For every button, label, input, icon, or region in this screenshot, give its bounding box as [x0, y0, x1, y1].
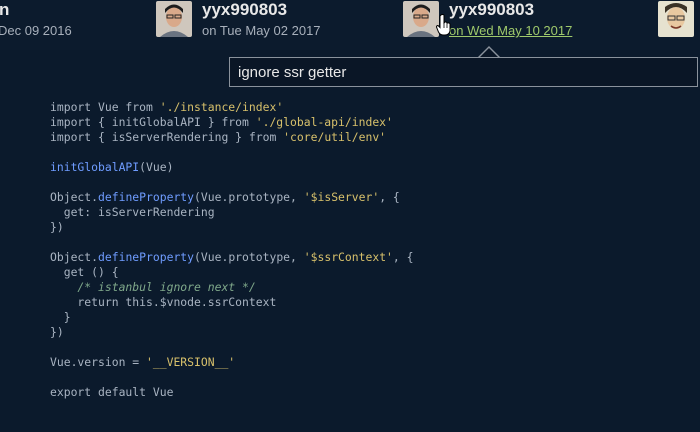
commit-date[interactable]: on Tue May 02 2017 — [202, 23, 321, 38]
code-token: , { — [379, 190, 400, 204]
code-token: Object. — [50, 190, 99, 204]
code-token: import { isServerRendering } from — [50, 130, 284, 144]
code-line: Object.defineProperty(Vue.prototype, '$s… — [50, 250, 414, 265]
commit-entry[interactable] — [658, 0, 700, 46]
commit-date-link[interactable]: on Wed May 10 2017 — [449, 23, 572, 38]
avatar-icon — [658, 1, 694, 37]
code-line: Vue.version = '__VERSION__' — [50, 355, 414, 370]
code-token: return this.$vnode.ssrContext — [50, 295, 277, 309]
code-token: } — [50, 310, 71, 324]
commit-date[interactable]: Dec 09 2016 — [0, 23, 72, 38]
code-token: }) — [50, 220, 64, 234]
code-token: '$ssrContext' — [303, 250, 393, 264]
code-token: (Vue) — [139, 160, 174, 174]
avatar[interactable] — [156, 1, 192, 37]
avatar[interactable] — [403, 1, 439, 37]
source-code-view: import Vue from './instance/index' import… — [50, 100, 414, 400]
code-token: 'core/util/env' — [283, 130, 387, 144]
code-line: import { isServerRendering } from 'core/… — [50, 130, 414, 145]
code-token: /* istanbul ignore next */ — [50, 280, 256, 294]
code-token: defineProperty — [98, 190, 195, 204]
code-token: Vue.version = — [50, 355, 147, 369]
avatar-icon — [403, 1, 439, 37]
code-line: import { initGlobalAPI } from './global-… — [50, 115, 414, 130]
commit-message: ignore ssr getter — [238, 64, 347, 81]
code-token: './instance/index' — [159, 100, 284, 114]
code-token: }) — [50, 325, 64, 339]
commit-timeline: n Dec 09 2016 yyx990803 on Tue May 02 20… — [0, 0, 700, 50]
code-line: initGlobalAPI(Vue) — [50, 160, 414, 175]
avatar[interactable] — [658, 1, 694, 37]
commit-message-tooltip: ignore ssr getter — [229, 57, 698, 87]
code-token: export default Vue — [50, 385, 174, 399]
code-line: import Vue from './instance/index' — [50, 100, 414, 115]
code-token: get () { — [50, 265, 119, 279]
code-token: '$isServer' — [303, 190, 380, 204]
code-line: }) — [50, 325, 414, 340]
commit-entry[interactable]: yyx990803 on Tue May 02 2017 — [156, 0, 356, 46]
code-token: initGlobalAPI — [50, 160, 140, 174]
commit-entry-selected[interactable]: yyx990803 on Wed May 10 2017 — [403, 0, 603, 46]
commit-entry[interactable]: n Dec 09 2016 — [0, 0, 150, 46]
code-token: defineProperty — [98, 250, 195, 264]
code-token: Object. — [50, 250, 99, 264]
code-line: get: isServerRendering — [50, 205, 414, 220]
commit-author: yyx990803 — [449, 0, 535, 19]
avatar-icon — [156, 1, 192, 37]
code-token: get: isServerRendering — [50, 205, 215, 219]
code-line: }) — [50, 220, 414, 235]
code-line: /* istanbul ignore next */ — [50, 280, 414, 295]
code-line: export default Vue — [50, 385, 414, 400]
code-token: import { initGlobalAPI } from — [50, 115, 256, 129]
code-line: get () { — [50, 265, 414, 280]
code-token: (Vue.prototype, — [194, 190, 304, 204]
code-line: } — [50, 310, 414, 325]
code-line: Object.defineProperty(Vue.prototype, '$i… — [50, 190, 414, 205]
code-token: './global-api/index' — [255, 115, 393, 129]
code-token: (Vue.prototype, — [194, 250, 304, 264]
code-token: '__VERSION__' — [146, 355, 236, 369]
commit-author: n — [0, 0, 10, 19]
commit-author: yyx990803 — [202, 0, 288, 19]
code-line: return this.$vnode.ssrContext — [50, 295, 414, 310]
code-token: import Vue from — [50, 100, 160, 114]
hand-cursor-icon — [435, 14, 452, 41]
code-token: , { — [392, 250, 414, 264]
